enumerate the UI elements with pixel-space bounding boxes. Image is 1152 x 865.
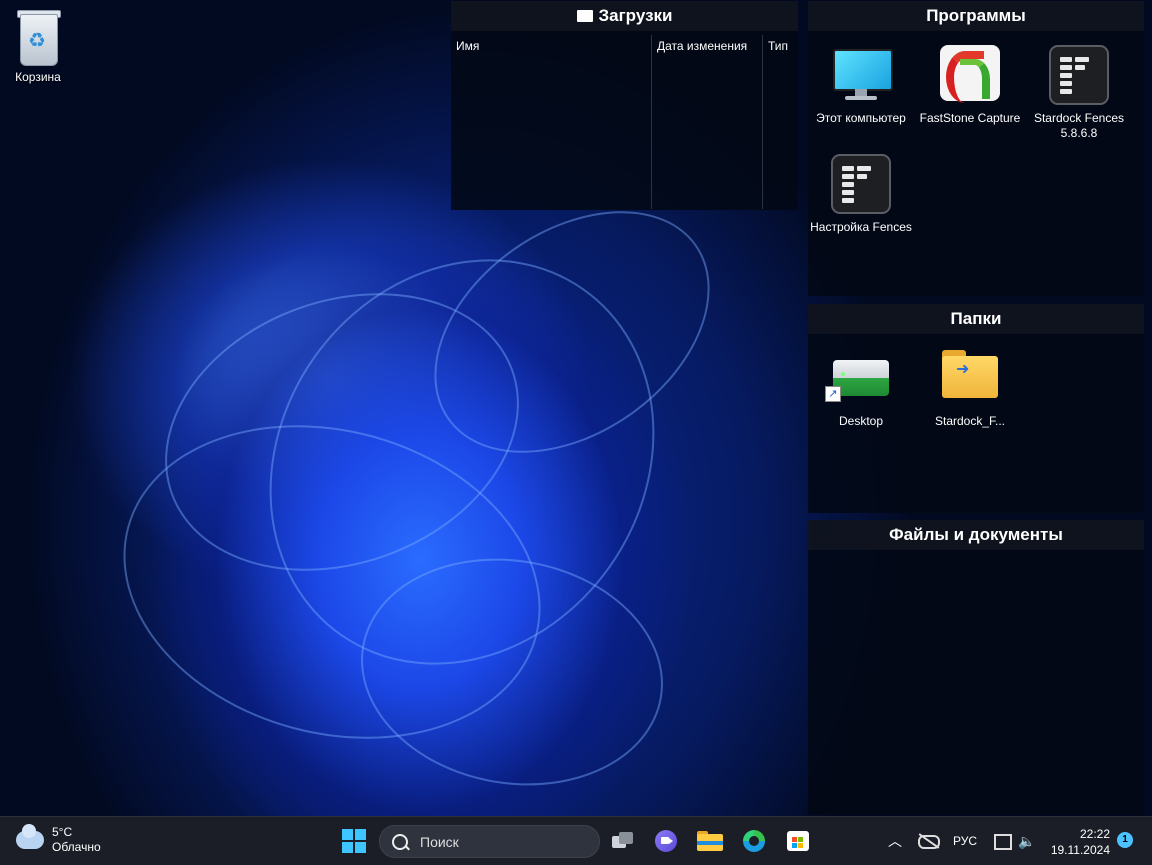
column-divider[interactable]: [651, 35, 652, 209]
column-header-type[interactable]: Тип: [768, 39, 788, 53]
file-explorer-icon: [697, 831, 723, 851]
column-header-date[interactable]: Дата изменения: [657, 39, 747, 53]
weather-condition: Облачно: [52, 840, 101, 854]
column-header-name[interactable]: Имя: [456, 39, 479, 53]
recycle-bin-shortcut[interactable]: ♻ Корзина: [6, 8, 70, 84]
cloud-offline-icon: [918, 833, 940, 849]
chevron-up-icon: ︿: [888, 833, 902, 849]
start-button[interactable]: [338, 825, 370, 857]
teams-chat-button[interactable]: [650, 825, 682, 857]
recycle-bin-icon: ♻: [14, 8, 62, 66]
clock[interactable]: 22:22 19.11.2024: [1048, 826, 1110, 858]
stardock-fences-shortcut[interactable]: Stardock Fences 5.8.6.8: [1024, 45, 1134, 141]
network-button[interactable]: [994, 817, 1012, 865]
task-view-icon: [612, 832, 634, 850]
edge-button[interactable]: [738, 825, 770, 857]
faststone-capture-icon: [940, 45, 1000, 105]
clock-date: 19.11.2024: [1050, 843, 1110, 857]
files-fence-title: Файлы и документы: [889, 525, 1063, 544]
network-status[interactable]: [918, 817, 940, 865]
windows-logo-icon: [342, 829, 366, 853]
clock-time: 22:22: [1079, 827, 1110, 841]
downloads-fence-header[interactable]: Загрузки: [451, 1, 798, 31]
stardock-folder-icon: ➜: [940, 348, 1000, 408]
volume-button[interactable]: 🔈: [1018, 817, 1035, 865]
programs-fence[interactable]: Программы Этот компьютер FastStone Captu…: [808, 1, 1144, 296]
store-button[interactable]: [782, 825, 814, 857]
folders-fence-header[interactable]: Папки: [808, 304, 1144, 334]
search-icon: [392, 833, 408, 850]
task-view-button[interactable]: [607, 825, 639, 857]
desktop-drive-icon: ↗: [825, 348, 891, 408]
files-fence[interactable]: Файлы и документы: [808, 520, 1144, 815]
microsoft-store-icon: [787, 831, 809, 851]
shortcut-label: Desktop: [838, 414, 884, 428]
this-pc-shortcut[interactable]: Этот компьютер: [806, 45, 916, 126]
taskbar: 5°C Облачно Поиск ︿ РУС 🔈 22:22 19.11.20…: [0, 816, 1152, 865]
stardock-folder-shortcut[interactable]: ➜ Stardock_F...: [915, 348, 1025, 429]
downloads-fence[interactable]: Загрузки Имя Дата изменения Тип: [451, 1, 798, 210]
shortcut-label: Stardock_F...: [934, 414, 1006, 428]
shortcut-label: Stardock Fences 5.8.6.8: [1033, 111, 1125, 140]
weather-temp: 5°C: [52, 825, 73, 839]
shortcut-label: Этот компьютер: [816, 111, 906, 125]
file-explorer-button[interactable]: [694, 825, 726, 857]
downloads-fence-title: Загрузки: [598, 6, 673, 25]
programs-fence-title: Программы: [926, 6, 1026, 25]
shortcut-label: FastStone Capture: [919, 111, 1021, 125]
folder-icon: [576, 10, 593, 22]
notification-badge[interactable]: 1: [1117, 832, 1133, 848]
stardock-fences-icon: [1049, 45, 1109, 105]
weather-widget[interactable]: 5°C Облачно: [16, 824, 101, 855]
folders-fence[interactable]: Папки ↗ Desktop ➜ Stardock_F...: [808, 304, 1144, 513]
edge-browser-icon: [743, 830, 765, 852]
faststone-capture-shortcut[interactable]: FastStone Capture: [915, 45, 1025, 126]
fences-settings-shortcut[interactable]: Настройка Fences: [806, 154, 916, 235]
taskbar-search[interactable]: [379, 825, 600, 858]
cloud-icon: [16, 824, 44, 849]
recycle-bin-label: Корзина: [15, 70, 61, 84]
programs-fence-header[interactable]: Программы: [808, 1, 1144, 31]
language-indicator[interactable]: РУС: [953, 817, 977, 865]
column-divider[interactable]: [762, 35, 763, 209]
shortcut-label: Настройка Fences: [810, 220, 912, 234]
network-icon: [994, 833, 1012, 850]
desktop-shortcut[interactable]: ↗ Desktop: [806, 348, 916, 429]
search-input[interactable]: [418, 832, 582, 851]
shortcut-arrow-icon: ↗: [825, 386, 841, 402]
files-fence-header[interactable]: Файлы и документы: [808, 520, 1144, 550]
this-pc-icon: [831, 45, 893, 105]
fences-settings-icon: [831, 154, 891, 214]
show-hidden-icons[interactable]: ︿: [888, 817, 902, 865]
folders-fence-title: Папки: [950, 309, 1002, 328]
speaker-icon: 🔈: [1018, 833, 1036, 849]
video-chat-icon: [655, 830, 677, 852]
